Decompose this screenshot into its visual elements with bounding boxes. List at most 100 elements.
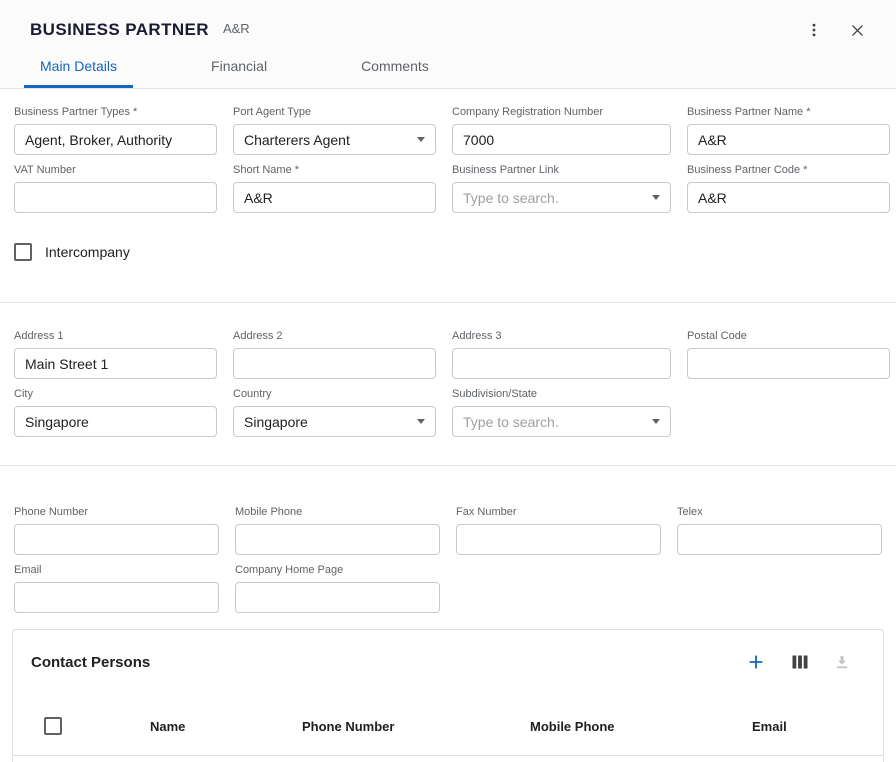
fax-number-input[interactable]	[456, 524, 661, 555]
field-country: Country Singapore	[233, 388, 436, 437]
field-vat-number: VAT Number	[14, 164, 217, 213]
selected-value: Singapore	[244, 414, 409, 430]
business-partner-name-input[interactable]	[687, 124, 890, 155]
address-2-text[interactable]	[244, 356, 425, 372]
kebab-menu-icon[interactable]	[803, 19, 825, 41]
field-label: Business Partner Types *	[14, 106, 217, 119]
company-home-page-input[interactable]	[235, 582, 440, 613]
field-telex: Telex	[677, 506, 882, 555]
telex-input[interactable]	[677, 524, 882, 555]
address-1-input[interactable]	[14, 348, 217, 379]
field-label: Address 2	[233, 330, 436, 343]
field-label: Mobile Phone	[235, 506, 440, 519]
country-select[interactable]: Singapore	[233, 406, 436, 437]
field-label: Fax Number	[456, 506, 661, 519]
field-label: City	[14, 388, 217, 401]
address-1-text[interactable]	[25, 356, 206, 372]
field-postal-code: Postal Code	[687, 330, 890, 379]
city-text[interactable]	[25, 414, 206, 430]
tab-comments[interactable]: Comments	[345, 48, 445, 88]
intercompany-row: Intercompany	[0, 243, 896, 261]
email-input[interactable]	[14, 582, 219, 613]
columns-icon[interactable]	[789, 651, 811, 673]
postal-code-input[interactable]	[687, 348, 890, 379]
field-label: Port Agent Type	[233, 106, 436, 119]
column-header-email: Email	[752, 719, 883, 734]
business-partner-dialog: BUSINESS PARTNER A&R Main Details Financ…	[0, 0, 896, 762]
section-divider	[0, 302, 896, 303]
field-label: Company Home Page	[235, 564, 440, 577]
short-name-input[interactable]	[233, 182, 436, 213]
subdivision-state-search[interactable]	[452, 406, 671, 437]
close-icon[interactable]	[847, 20, 868, 41]
business-partner-code-input[interactable]	[687, 182, 890, 213]
email-text[interactable]	[25, 590, 208, 606]
short-name-text[interactable]	[244, 190, 425, 206]
mobile-phone-text[interactable]	[246, 532, 429, 548]
field-short-name: Short Name *	[233, 164, 436, 213]
tab-main-details[interactable]: Main Details	[24, 48, 133, 88]
field-business-partner-name: Business Partner Name *	[687, 106, 890, 155]
port-agent-type-select[interactable]: Charterers Agent	[233, 124, 436, 155]
field-port-agent-type: Port Agent Type Charterers Agent	[233, 106, 436, 155]
vat-number-input[interactable]	[14, 182, 217, 213]
field-fax-number: Fax Number	[456, 506, 661, 555]
field-subdivision-state: Subdivision/State	[452, 388, 671, 437]
field-label: Phone Number	[14, 506, 219, 519]
telex-text[interactable]	[688, 532, 871, 548]
contact-persons-title: Contact Persons	[31, 654, 150, 671]
field-label: Address 3	[452, 330, 671, 343]
company-home-page-text[interactable]	[246, 590, 429, 606]
field-email: Email	[14, 564, 219, 613]
subdivision-state-input[interactable]	[463, 414, 644, 430]
field-business-partner-link: Business Partner Link	[452, 164, 671, 213]
business-partner-code-text[interactable]	[698, 190, 879, 206]
intercompany-label: Intercompany	[45, 244, 130, 260]
tab-bar: Main Details Financial Comments	[0, 44, 896, 88]
address-3-input[interactable]	[452, 348, 671, 379]
column-header-mobile-phone: Mobile Phone	[530, 719, 752, 734]
intercompany-checkbox[interactable]	[14, 243, 32, 261]
field-label: Address 1	[14, 330, 217, 343]
business-partner-link-input[interactable]	[463, 190, 644, 206]
chevron-down-icon	[417, 419, 425, 424]
download-icon[interactable]	[831, 651, 853, 673]
address-2-input[interactable]	[233, 348, 436, 379]
header-actions	[803, 19, 868, 41]
business-partner-link-search[interactable]	[452, 182, 671, 213]
city-input[interactable]	[14, 406, 217, 437]
field-business-partner-code: Business Partner Code *	[687, 164, 890, 213]
field-company-home-page: Company Home Page	[235, 564, 440, 613]
field-label: VAT Number	[14, 164, 217, 177]
company-registration-number-text[interactable]	[463, 132, 660, 148]
phone-number-input[interactable]	[14, 524, 219, 555]
dialog-header: BUSINESS PARTNER A&R Main Details Financ…	[0, 0, 896, 89]
contact-fields-grid: Phone Number Mobile Phone Fax Number Tel…	[0, 506, 896, 613]
contact-persons-card: Contact Persons Name Phone Number Mobile…	[12, 629, 884, 762]
vat-number-text[interactable]	[25, 190, 206, 206]
tab-financial[interactable]: Financial	[195, 48, 283, 88]
field-label: Business Partner Name *	[687, 106, 890, 119]
contact-persons-header: Contact Persons	[13, 630, 883, 675]
mobile-phone-input[interactable]	[235, 524, 440, 555]
field-label: Subdivision/State	[452, 388, 671, 401]
select-all-cell	[44, 717, 150, 735]
business-partner-types-text[interactable]	[25, 132, 206, 148]
page-subtitle: A&R	[223, 21, 250, 36]
select-all-checkbox[interactable]	[44, 717, 62, 735]
add-contact-person-icon[interactable]	[743, 649, 769, 675]
address-3-text[interactable]	[463, 356, 660, 372]
field-label: Business Partner Link	[452, 164, 671, 177]
fax-number-text[interactable]	[467, 532, 650, 548]
field-company-registration-number: Company Registration Number	[452, 106, 671, 155]
chevron-down-icon	[652, 195, 660, 200]
page-title: BUSINESS PARTNER	[30, 20, 209, 40]
business-partner-types-input[interactable]	[14, 124, 217, 155]
business-partner-name-text[interactable]	[698, 132, 879, 148]
field-label: Postal Code	[687, 330, 890, 343]
phone-number-text[interactable]	[25, 532, 208, 548]
column-header-phone-number: Phone Number	[302, 719, 530, 734]
company-registration-number-input[interactable]	[452, 124, 671, 155]
postal-code-text[interactable]	[698, 356, 879, 372]
field-address-1: Address 1	[14, 330, 217, 379]
